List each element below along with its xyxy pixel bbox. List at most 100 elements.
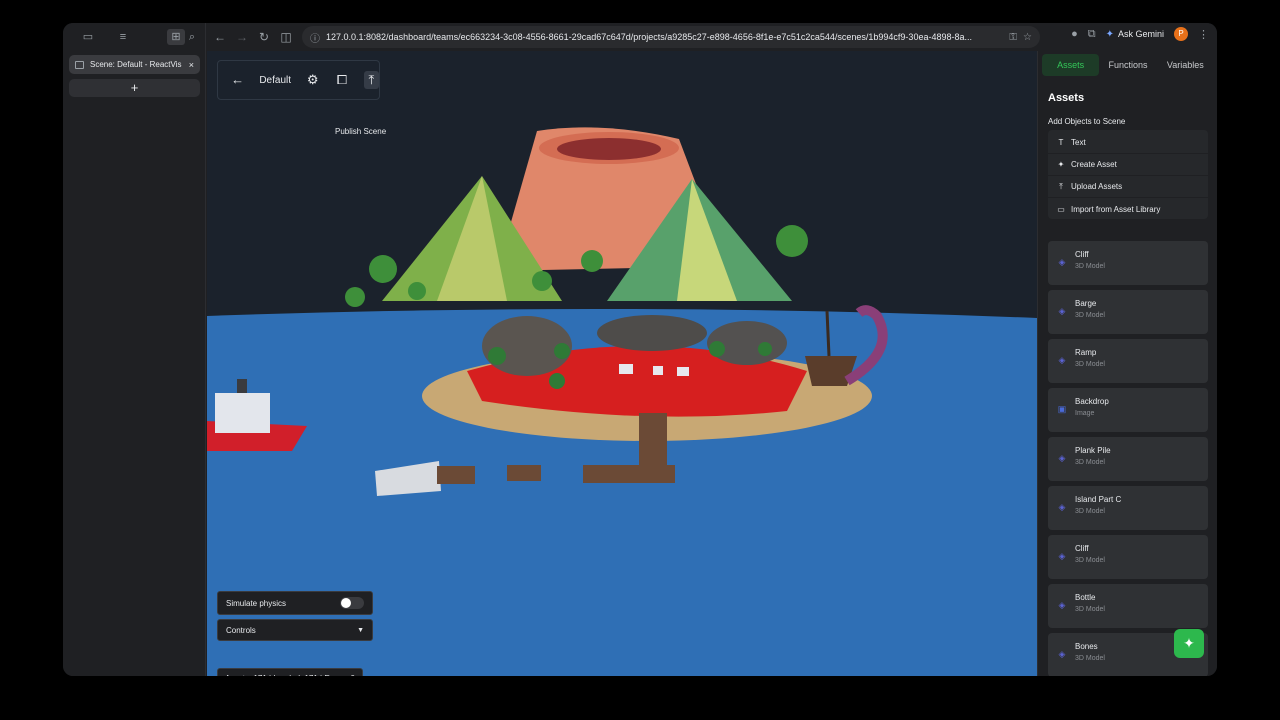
- sidebar-toggle-icon[interactable]: ▭: [79, 29, 97, 45]
- assets-panel: Assets Functions Variables Assets Add Ob…: [1037, 51, 1217, 676]
- controls-label: Controls: [226, 625, 256, 635]
- list-item[interactable]: ◈ Bottle 3D Model: [1048, 584, 1208, 628]
- rocks-back: [597, 315, 707, 351]
- create-asset-button[interactable]: ✦ Create Asset: [1048, 154, 1208, 176]
- model-icon: ◈: [1058, 551, 1066, 561]
- upload-assets-label: Upload Assets: [1071, 182, 1123, 191]
- scene-viewport[interactable]: ← Default ⚙ ⧠ ⤒ Publish Scene Simulate p…: [207, 51, 1037, 676]
- site-info-icon[interactable]: ⓘ: [310, 30, 320, 45]
- extension-icon[interactable]: ●: [1071, 28, 1078, 40]
- reload-icon[interactable]: ↻: [253, 30, 275, 44]
- back-arrow-icon[interactable]: ←: [230, 71, 245, 89]
- caret-down-icon: ▼: [357, 626, 364, 634]
- collapse-tabs-icon[interactable]: ≡: [114, 29, 132, 45]
- asset-name: Bones: [1075, 642, 1098, 651]
- import-library-button[interactable]: ▭ Import from Asset Library: [1048, 198, 1208, 220]
- url-text[interactable]: 127.0.0.1:8082/dashboard/teams/ec663234-…: [326, 32, 1003, 42]
- forward-icon[interactable]: →: [231, 30, 253, 44]
- scene-name[interactable]: Default: [259, 75, 291, 86]
- model-icon: ◈: [1058, 306, 1066, 316]
- model-icon: ◈: [1058, 257, 1066, 267]
- barge-cabin: [215, 393, 270, 433]
- asset-type: Image: [1075, 410, 1095, 417]
- bookmark-star-icon[interactable]: ☆: [1023, 32, 1032, 43]
- simulate-physics-label: Simulate physics: [226, 598, 287, 608]
- tab-search-icon[interactable]: ⌕: [183, 29, 201, 45]
- puzzle-extensions-icon[interactable]: ⧉: [1088, 28, 1096, 41]
- import-library-label: Import from Asset Library: [1071, 204, 1161, 214]
- ask-gemini-button[interactable]: ✦ Ask Gemini: [1106, 29, 1164, 40]
- back-icon[interactable]: ←: [209, 30, 231, 44]
- list-item[interactable]: ◈ Ramp 3D Model: [1048, 339, 1208, 383]
- ship-mast: [825, 310, 831, 357]
- vertical-tab-strip: ▭ ≡ ⊞ ⌕ Scene: Default - ReactVis × +: [63, 23, 206, 676]
- password-key-icon[interactable]: ⚿: [1009, 32, 1017, 43]
- browser-window: ▭ ≡ ⊞ ⌕ Scene: Default - ReactVis × + ← …: [63, 23, 1217, 676]
- asset-type: 3D Model: [1075, 459, 1105, 466]
- model-icon: ◈: [1058, 600, 1066, 610]
- ask-gemini-label: Ask Gemini: [1117, 29, 1164, 39]
- devices-icon[interactable]: ⧠: [334, 71, 349, 89]
- text-icon: T: [1058, 138, 1064, 147]
- tab-functions[interactable]: Functions: [1099, 54, 1156, 76]
- model-icon: ◈: [1058, 355, 1066, 365]
- publish-tooltip: Publish Scene: [331, 125, 391, 138]
- tab-scene-default[interactable]: Scene: Default - ReactVis ×: [69, 55, 200, 74]
- list-item[interactable]: ◈ Island Part C 3D Model: [1048, 486, 1208, 530]
- browser-toolbar: ← → ↻ ◫ ⓘ 127.0.0.1:8082/dashboard/teams…: [207, 23, 1217, 51]
- list-item[interactable]: ▣ Backdrop Image: [1048, 388, 1208, 432]
- upload-icon: ⤒: [1059, 181, 1063, 191]
- address-bar[interactable]: ⓘ 127.0.0.1:8082/dashboard/teams/ec66323…: [302, 26, 1040, 48]
- asset-type: 3D Model: [1075, 655, 1105, 662]
- asset-name: Bottle: [1075, 593, 1096, 602]
- ai-assistant-button[interactable]: ✦: [1174, 629, 1204, 658]
- asset-type: 3D Model: [1075, 361, 1105, 368]
- profile-avatar[interactable]: P: [1174, 27, 1188, 41]
- image-icon: ▣: [1057, 404, 1067, 414]
- asset-list: ◈ Cliff 3D Model ◈ Barge 3D Model ◈ Ramp 3D Mo…: [1048, 241, 1208, 676]
- split-view-icon[interactable]: ◫: [275, 30, 297, 44]
- volcano-crater: [557, 138, 661, 160]
- add-text-label: Text: [1071, 138, 1086, 147]
- tab-variables[interactable]: Variables: [1157, 54, 1214, 76]
- folder-icon: ▭: [1057, 204, 1065, 214]
- settings-gear-icon[interactable]: ⚙: [305, 71, 320, 89]
- sparkle-fab-icon: ✦: [1183, 635, 1195, 651]
- simulate-physics-toggle[interactable]: [340, 597, 364, 609]
- list-item[interactable]: ◈ Plank Pile 3D Model: [1048, 437, 1208, 481]
- asset-name: Barge: [1075, 299, 1097, 308]
- add-text-button[interactable]: T Text: [1048, 132, 1208, 154]
- asset-name: Island Part C: [1075, 495, 1122, 504]
- create-asset-label: Create Asset: [1071, 160, 1117, 169]
- browser-menu-icon[interactable]: ⋮: [1198, 28, 1209, 41]
- asset-name: Plank Pile: [1075, 446, 1111, 455]
- upload-assets-button[interactable]: ⤒ Upload Assets: [1048, 176, 1208, 198]
- new-tab-button[interactable]: +: [69, 79, 200, 97]
- list-item[interactable]: ◈ Barge 3D Model: [1048, 290, 1208, 334]
- panel-tabs: Assets Functions Variables: [1042, 54, 1214, 76]
- asset-name: Ramp: [1075, 348, 1097, 357]
- asset-load-status: Assets: 171 | Loaded: 171 | Errors: 0: [217, 668, 364, 676]
- asset-type: 3D Model: [1075, 557, 1105, 564]
- asset-name: Cliff: [1075, 250, 1089, 259]
- model-icon: ◈: [1058, 649, 1066, 659]
- controls-dropdown[interactable]: Controls ▼: [217, 619, 373, 641]
- scene-toolbar: ← Default ⚙ ⧠ ⤒: [217, 60, 380, 100]
- panel-subtitle: Add Objects to Scene: [1048, 117, 1126, 126]
- asset-type: 3D Model: [1075, 508, 1105, 515]
- sparkle-icon: ✦: [1057, 160, 1065, 169]
- model-icon: ◈: [1058, 453, 1066, 463]
- gemini-sparkle-icon: ✦: [1105, 28, 1114, 40]
- add-object-actions: T Text ✦ Create Asset ⤒ Upload Assets ▭ …: [1048, 130, 1208, 219]
- tab-assets[interactable]: Assets: [1042, 54, 1100, 76]
- asset-type: 3D Model: [1075, 606, 1105, 613]
- panel-title: Assets: [1048, 92, 1085, 104]
- tab-close-icon[interactable]: ×: [189, 60, 194, 70]
- list-item[interactable]: ◈ Cliff 3D Model: [1048, 535, 1208, 579]
- publish-upload-icon[interactable]: ⤒: [363, 71, 379, 89]
- model-icon: ◈: [1058, 502, 1066, 512]
- list-item[interactable]: ◈ Cliff 3D Model: [1048, 241, 1208, 285]
- tab-favicon-icon: [75, 60, 84, 69]
- extensions-area: ● ⧉ ✦ Ask Gemini P ⋮: [1071, 27, 1209, 41]
- asset-type: 3D Model: [1075, 263, 1105, 270]
